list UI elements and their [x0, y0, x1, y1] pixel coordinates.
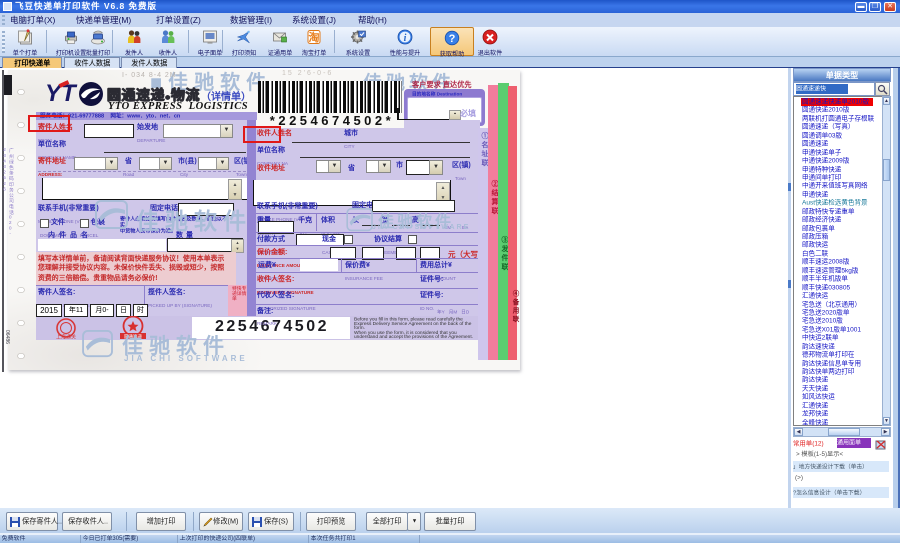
svg-text:i: i [404, 33, 407, 44]
svg-text:淘: 淘 [309, 30, 320, 44]
svg-text:?: ? [449, 33, 456, 45]
svg-text:上海通关: 上海通关 [56, 334, 76, 340]
